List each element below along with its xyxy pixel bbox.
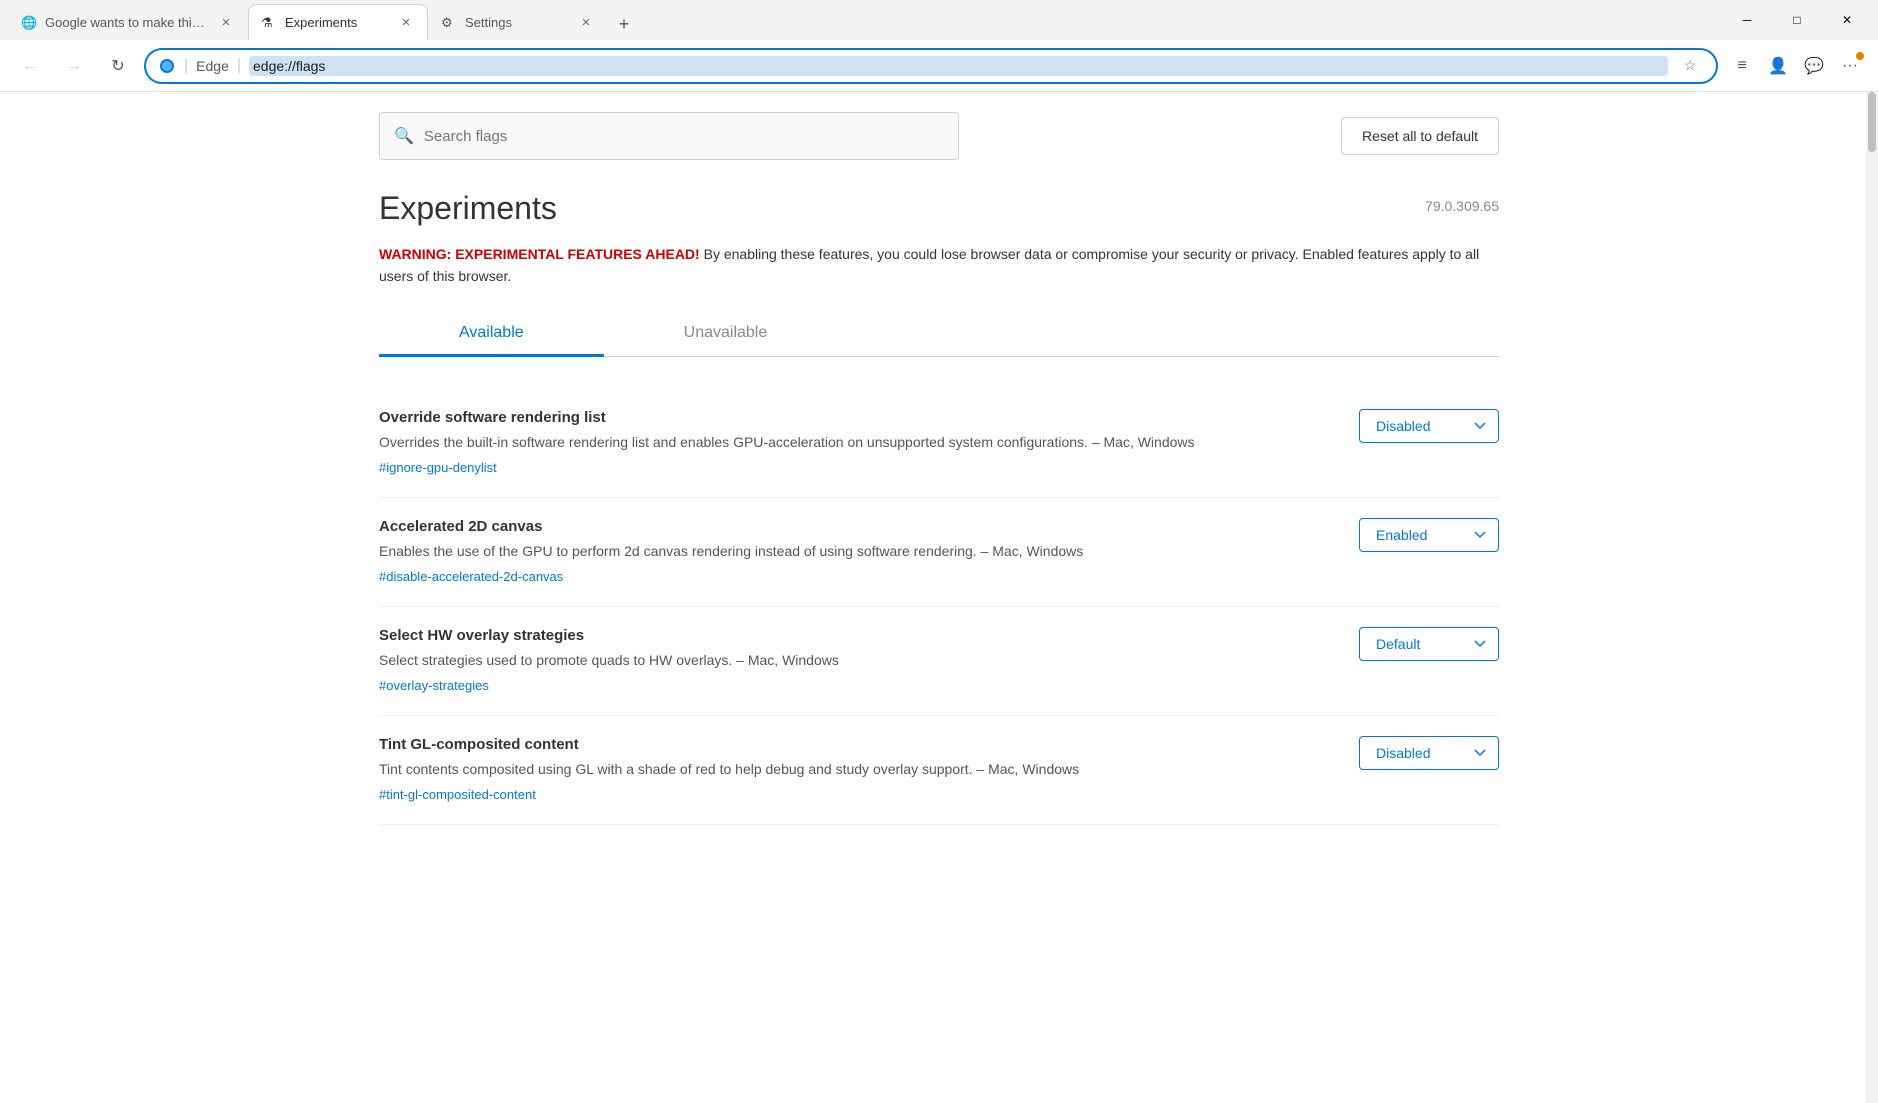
search-input[interactable] bbox=[424, 128, 944, 145]
main-content: 🔍 Reset all to default Experiments 79.0.… bbox=[0, 92, 1878, 1103]
scrollbar-thumb[interactable] bbox=[1868, 92, 1876, 152]
titlebar-left: 🌐 Google wants to make third-par... ✕ ⚗ … bbox=[8, 0, 1724, 40]
flag-info: Accelerated 2D canvas Enables the use of… bbox=[379, 518, 1319, 586]
tab-label-settings: Settings bbox=[465, 15, 569, 30]
flag-description: Enables the use of the GPU to perform 2d… bbox=[379, 541, 1319, 562]
flag-item: Select HW overlay strategies Select stra… bbox=[379, 607, 1499, 716]
address-divider2: | bbox=[237, 57, 241, 75]
flag-select[interactable]: DefaultEnabledDisabled bbox=[1359, 409, 1499, 443]
menu-icon[interactable]: ··· bbox=[1834, 50, 1866, 82]
flag-info: Override software rendering list Overrid… bbox=[379, 409, 1319, 477]
flag-item: Tint GL-composited content Tint contents… bbox=[379, 716, 1499, 825]
tab-close-google[interactable]: ✕ bbox=[217, 14, 235, 32]
notification-badge bbox=[1856, 52, 1864, 60]
refresh-button[interactable]: ↻ bbox=[100, 48, 136, 84]
flag-name: Tint GL-composited content bbox=[379, 736, 1319, 753]
flag-description: Tint contents composited using GL with a… bbox=[379, 759, 1319, 780]
flag-info: Tint GL-composited content Tint contents… bbox=[379, 736, 1319, 804]
star-icon[interactable]: ☆ bbox=[1676, 52, 1704, 80]
address-bar-actions: ☆ bbox=[1676, 52, 1704, 80]
flags-list: Override software rendering list Overrid… bbox=[379, 389, 1499, 825]
flag-control[interactable]: DefaultEnabledDisabled bbox=[1359, 518, 1499, 552]
profile-icon[interactable]: 👤 bbox=[1762, 50, 1794, 82]
minimize-button[interactable]: ─ bbox=[1724, 0, 1770, 40]
warning-highlight: WARNING: EXPERIMENTAL FEATURES AHEAD! bbox=[379, 246, 700, 262]
reset-all-button[interactable]: Reset all to default bbox=[1341, 117, 1499, 155]
address-divider: | bbox=[184, 57, 188, 75]
flag-control[interactable]: DefaultEnabledDisabled bbox=[1359, 736, 1499, 770]
flag-description: Select strategies used to promote quads … bbox=[379, 650, 1319, 671]
flag-select[interactable]: DefaultEnabledDisabled bbox=[1359, 518, 1499, 552]
flag-link[interactable]: #ignore-gpu-denylist bbox=[379, 460, 497, 475]
flag-tabs: Available Unavailable bbox=[379, 312, 1499, 357]
titlebar-controls: ─ □ ✕ bbox=[1724, 0, 1870, 40]
tab-favicon-settings: ⚙ bbox=[441, 15, 457, 31]
flag-link[interactable]: #overlay-strategies bbox=[379, 678, 489, 693]
flag-name: Override software rendering list bbox=[379, 409, 1319, 426]
scrollbar-track[interactable] bbox=[1866, 92, 1878, 1103]
feedback-icon[interactable]: 💬 bbox=[1798, 50, 1830, 82]
edge-label: Edge bbox=[196, 58, 229, 74]
tab-settings[interactable]: ⚙ Settings ✕ bbox=[428, 4, 608, 40]
back-button[interactable]: ← bbox=[12, 48, 48, 84]
page-title: Experiments bbox=[379, 190, 557, 227]
browser-actions: ≡ 👤 💬 ··· bbox=[1726, 50, 1866, 82]
flag-link[interactable]: #tint-gl-composited-content bbox=[379, 787, 536, 802]
forward-button[interactable]: → bbox=[56, 48, 92, 84]
tab-close-experiments[interactable]: ✕ bbox=[397, 14, 415, 32]
address-input[interactable] bbox=[249, 56, 1668, 76]
flag-control[interactable]: DefaultEnabledDisabled bbox=[1359, 409, 1499, 443]
tab-google[interactable]: 🌐 Google wants to make third-par... ✕ bbox=[8, 4, 248, 40]
flag-item: Accelerated 2D canvas Enables the use of… bbox=[379, 498, 1499, 607]
flag-select[interactable]: DefaultEnabledDisabled bbox=[1359, 736, 1499, 770]
flag-info: Select HW overlay strategies Select stra… bbox=[379, 627, 1319, 695]
flag-control[interactable]: DefaultEnabledDisabled bbox=[1359, 627, 1499, 661]
tab-favicon-experiments: ⚗ bbox=[261, 15, 277, 31]
new-tab-button[interactable]: + bbox=[608, 8, 640, 40]
edge-icon bbox=[158, 57, 176, 75]
flags-container: 🔍 Reset all to default Experiments 79.0.… bbox=[339, 92, 1539, 865]
tab-label-experiments: Experiments bbox=[285, 15, 389, 30]
collections-icon[interactable]: ≡ bbox=[1726, 50, 1758, 82]
tabs-container: 🌐 Google wants to make third-par... ✕ ⚗ … bbox=[8, 0, 640, 40]
tab-available[interactable]: Available bbox=[379, 312, 604, 357]
flag-item: Override software rendering list Overrid… bbox=[379, 389, 1499, 498]
navbar: ← → ↻ | Edge | ☆ ≡ 👤 💬 ··· bbox=[0, 40, 1878, 92]
flag-name: Select HW overlay strategies bbox=[379, 627, 1319, 644]
tab-unavailable[interactable]: Unavailable bbox=[604, 312, 848, 357]
flag-description: Overrides the built-in software renderin… bbox=[379, 432, 1319, 453]
address-bar[interactable]: | Edge | ☆ bbox=[144, 48, 1718, 84]
flag-name: Accelerated 2D canvas bbox=[379, 518, 1319, 535]
search-box[interactable]: 🔍 bbox=[379, 112, 959, 160]
maximize-button[interactable]: □ bbox=[1774, 0, 1820, 40]
flag-select[interactable]: DefaultEnabledDisabled bbox=[1359, 627, 1499, 661]
search-icon: 🔍 bbox=[394, 126, 414, 146]
version-text: 79.0.309.65 bbox=[1425, 198, 1499, 214]
search-section: 🔍 Reset all to default bbox=[379, 112, 1499, 160]
tab-favicon-google: 🌐 bbox=[21, 15, 37, 31]
titlebar: 🌐 Google wants to make third-par... ✕ ⚗ … bbox=[0, 0, 1878, 40]
warning-text: WARNING: EXPERIMENTAL FEATURES AHEAD! By… bbox=[379, 243, 1499, 288]
page-header: Experiments 79.0.309.65 bbox=[379, 190, 1499, 227]
flag-link[interactable]: #disable-accelerated-2d-canvas bbox=[379, 569, 563, 584]
tab-label-google: Google wants to make third-par... bbox=[45, 15, 209, 30]
close-button[interactable]: ✕ bbox=[1824, 0, 1870, 40]
tab-experiments[interactable]: ⚗ Experiments ✕ bbox=[248, 4, 428, 40]
tab-close-settings[interactable]: ✕ bbox=[577, 14, 595, 32]
